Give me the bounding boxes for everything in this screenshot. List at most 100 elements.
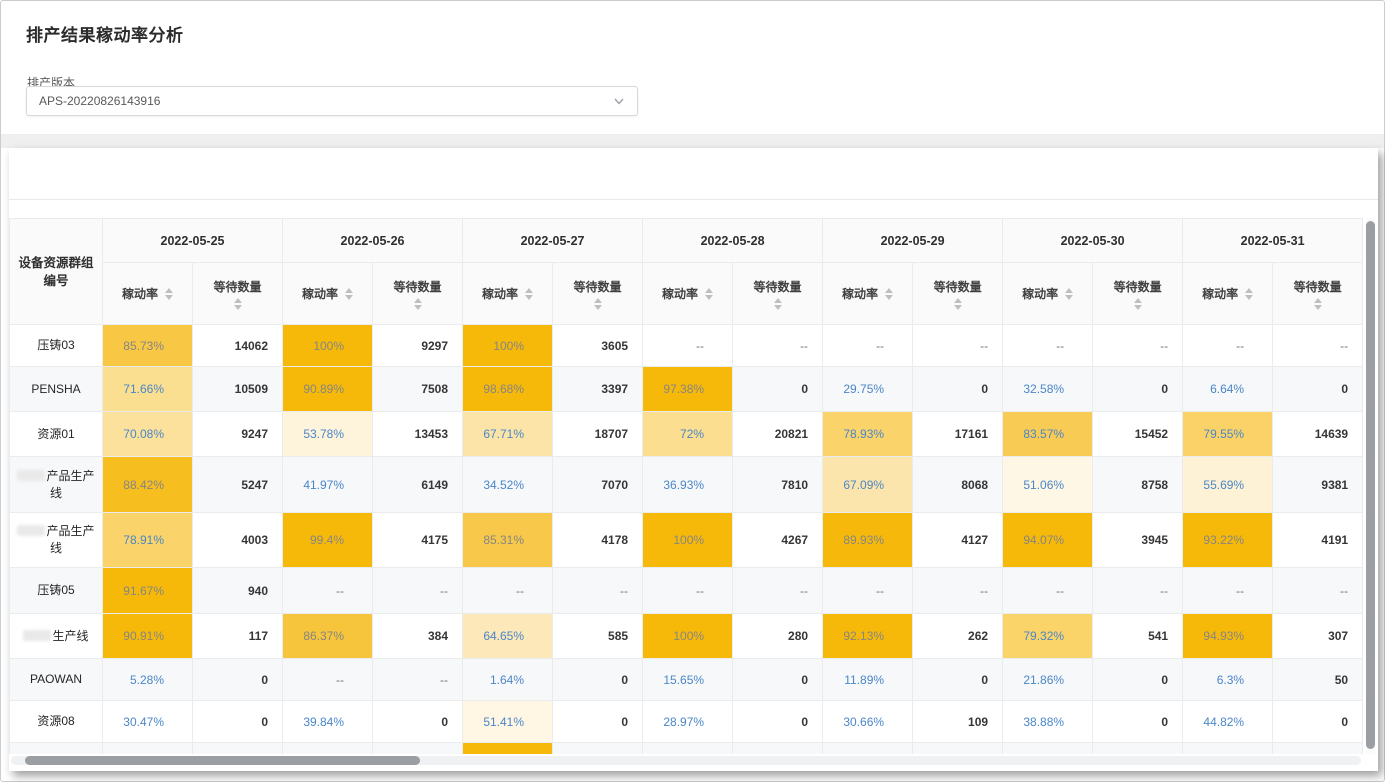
resource-group-cell: 产品生产线 [10, 513, 103, 568]
waiting-qty-cell: 3945 [1093, 513, 1183, 568]
sort-button[interactable] [885, 288, 893, 300]
waiting-qty-cell: 9381 [1273, 457, 1363, 513]
waiting-qty-cell: 0 [1093, 659, 1183, 701]
sort-button[interactable] [414, 298, 422, 310]
utilization-cell: -- [823, 568, 913, 614]
resource-group-cell: 产品生产线 [10, 457, 103, 513]
utilization-cell: 78.91% [103, 513, 193, 568]
caret-down-icon [165, 295, 173, 300]
caret-down-icon [885, 295, 893, 300]
sort-button[interactable] [345, 288, 353, 300]
version-label: 排产版本 [9, 46, 1376, 91]
utilization-cell: 94.93% [1183, 614, 1273, 659]
column-header-utilization: 稼动率 [103, 263, 193, 325]
utilization-cell: 83.57% [1003, 412, 1093, 457]
utilization-cell: 100% [463, 325, 553, 367]
table-card: 设备资源群组编号2022-05-252022-05-262022-05-2720… [9, 148, 1378, 771]
utilization-cell: 21.86% [1003, 659, 1093, 701]
sort-button[interactable] [165, 288, 173, 300]
column-header-date: 2022-05-31 [1183, 219, 1363, 263]
waiting-qty-cell: 6149 [373, 457, 463, 513]
caret-down-icon [414, 305, 422, 310]
vertical-scrollbar-thumb[interactable] [1366, 221, 1375, 749]
utilization-cell: 6.64% [1183, 367, 1273, 412]
sort-button[interactable] [1065, 288, 1073, 300]
waiting-qty-cell: 8068 [913, 457, 1003, 513]
utilization-cell [823, 743, 913, 755]
utilization-cell [643, 743, 733, 755]
column-header-waiting-qty: 等待数量 [913, 263, 1003, 325]
column-header-waiting-qty: 等待数量 [1093, 263, 1183, 325]
caret-down-icon [345, 295, 353, 300]
resource-group-cell: 压铸05 [10, 568, 103, 614]
waiting-qty-cell: 280 [733, 614, 823, 659]
header-card: 排产结果稼动率分析 排产版本 APS-20220826143916 [9, 7, 1376, 133]
column-header-date: 2022-05-25 [103, 219, 283, 263]
waiting-qty-cell: 14062 [193, 325, 283, 367]
utilization-cell: 94.07% [1003, 513, 1093, 568]
utilization-cell: 72% [643, 412, 733, 457]
utilization-cell: 70.08% [103, 412, 193, 457]
sort-button[interactable] [1314, 298, 1322, 310]
sort-button[interactable] [234, 298, 242, 310]
waiting-qty-cell: 940 [193, 568, 283, 614]
waiting-qty-cell: 8758 [1093, 457, 1183, 513]
caret-up-icon [414, 298, 422, 303]
utilization-cell: -- [1003, 325, 1093, 367]
column-header-utilization: 稼动率 [823, 263, 913, 325]
utilization-cell: 32.58% [1003, 367, 1093, 412]
waiting-qty-cell: -- [373, 568, 463, 614]
waiting-qty-cell: 0 [1093, 701, 1183, 743]
redacted-text-patch [17, 525, 45, 536]
waiting-qty-cell: 4178 [553, 513, 643, 568]
table-row: PENSHA71.66%1050990.89%750898.68%339797.… [10, 367, 1363, 412]
column-header-date: 2022-05-30 [1003, 219, 1183, 263]
waiting-qty-cell: 117 [193, 614, 283, 659]
sort-button[interactable] [594, 298, 602, 310]
vertical-scrollbar[interactable] [1366, 218, 1375, 754]
sort-button[interactable] [705, 288, 713, 300]
waiting-qty-cell: 585 [553, 614, 643, 659]
utilization-cell [1183, 743, 1273, 755]
utilization-cell: 90.89% [283, 367, 373, 412]
horizontal-scrollbar-thumb[interactable] [25, 756, 420, 765]
utilization-cell: -- [1183, 325, 1273, 367]
utilization-cell: 41.97% [283, 457, 373, 513]
utilization-cell: 85.31% [463, 513, 553, 568]
sort-button[interactable] [1245, 288, 1253, 300]
sort-button[interactable] [774, 298, 782, 310]
resource-group-cell: PENSHA [10, 367, 103, 412]
utilization-cell: 79.55% [1183, 412, 1273, 457]
table-row: 产品生产线88.42%524741.97%614934.52%707036.93… [10, 457, 1363, 513]
horizontal-scrollbar[interactable] [11, 756, 1361, 765]
waiting-qty-cell: 4267 [733, 513, 823, 568]
sort-button[interactable] [525, 288, 533, 300]
utilization-cell: 79.32% [1003, 614, 1093, 659]
utilization-cell: 64.65% [463, 614, 553, 659]
waiting-qty-cell: 0 [913, 367, 1003, 412]
waiting-qty-cell: 0 [553, 659, 643, 701]
sort-button[interactable] [1134, 298, 1142, 310]
resource-group-cell: 资源01 [10, 412, 103, 457]
waiting-qty-cell: 50 [1273, 659, 1363, 701]
waiting-qty-cell: 3605 [553, 325, 643, 367]
utilization-cell: -- [643, 325, 733, 367]
version-select[interactable]: APS-20220826143916 [26, 86, 638, 116]
waiting-qty-cell: 20821 [733, 412, 823, 457]
utilization-cell: 92.13% [823, 614, 913, 659]
table-row: 压铸0591.67%940------------------------ [10, 568, 1363, 614]
utilization-cell: -- [643, 568, 733, 614]
page-background-gap [1, 134, 1384, 148]
table-row: 资源0170.08%924753.78%1345367.71%1870772%2… [10, 412, 1363, 457]
sort-button[interactable] [954, 298, 962, 310]
utilization-cell: -- [1183, 568, 1273, 614]
caret-up-icon [774, 298, 782, 303]
table-scroll-area[interactable]: 设备资源群组编号2022-05-252022-05-262022-05-2720… [9, 218, 1363, 754]
column-header-utilization: 稼动率 [283, 263, 373, 325]
caret-up-icon [1134, 298, 1142, 303]
waiting-qty-cell [553, 743, 643, 755]
waiting-qty-cell: -- [1273, 325, 1363, 367]
waiting-qty-cell: 0 [193, 659, 283, 701]
waiting-qty-cell: -- [913, 568, 1003, 614]
utilization-cell: 85.73% [103, 325, 193, 367]
